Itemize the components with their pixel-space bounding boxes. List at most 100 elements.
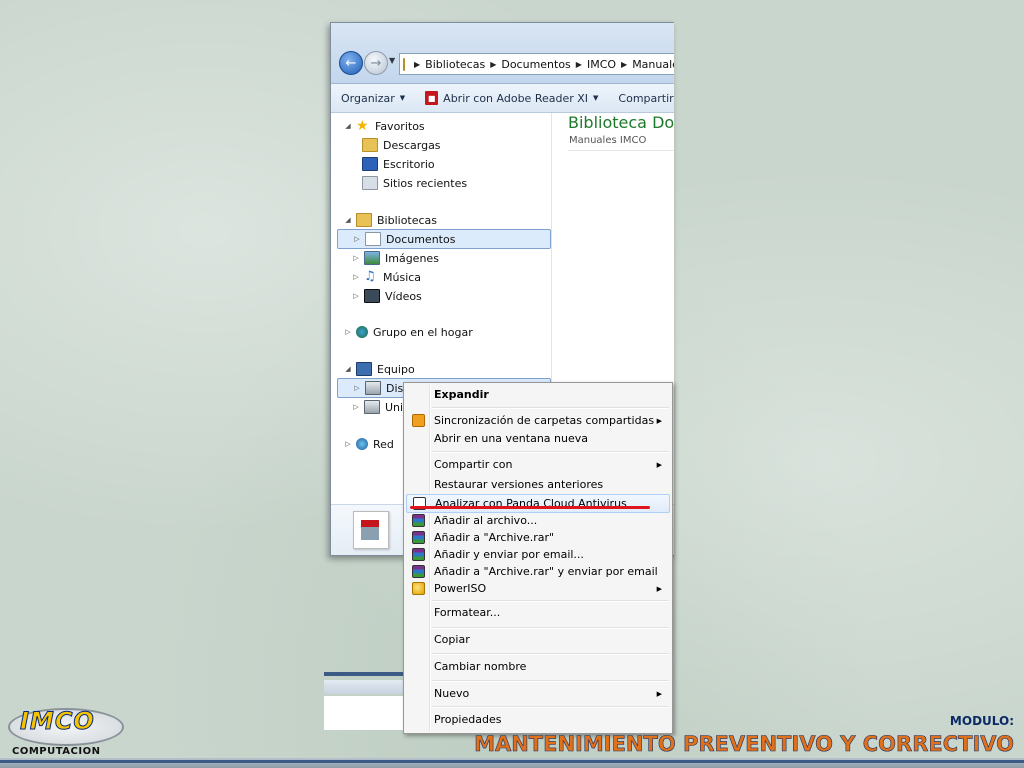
share-button[interactable]: Compartir c <box>608 92 674 105</box>
breadcrumb-item[interactable]: Manuales <box>632 58 674 71</box>
menu-item-format[interactable]: Formatear... <box>406 604 670 621</box>
folder-icon <box>403 57 405 71</box>
background-window-strip <box>324 672 404 732</box>
library-subtitle: Manuales IMCO <box>569 135 647 146</box>
menu-item-rename[interactable]: Cambiar nombre <box>406 658 670 675</box>
menu-label: Añadir a "Archive.rar" y enviar por emai… <box>434 565 658 578</box>
menu-label: Expandir <box>434 388 489 401</box>
network-icon <box>356 438 368 450</box>
menu-item-poweriso[interactable]: PowerISO ▶ <box>406 580 670 597</box>
menu-separator <box>432 407 669 409</box>
organize-label: Organizar <box>341 91 395 105</box>
star-icon: ★ <box>356 118 369 134</box>
chevron-right-icon: ▶ <box>621 59 628 69</box>
videos-icon <box>364 289 380 303</box>
libraries-icon <box>356 213 372 227</box>
winrar-icon <box>412 531 425 544</box>
menu-item-add-and-email[interactable]: Añadir y enviar por email... <box>406 546 670 563</box>
menu-item-expand[interactable]: Expandir <box>406 386 670 403</box>
nav-item-favorites[interactable]: ◢ ★ Favoritos <box>343 117 425 135</box>
collapsed-arrow-icon: ▷ <box>353 273 359 281</box>
menu-label: Añadir al archivo... <box>434 514 538 527</box>
logo-subtitle: COMPUTACION <box>12 746 101 757</box>
menu-item-sync-shared-folders[interactable]: Sincronización de carpetas compartidas ▶ <box>406 412 670 429</box>
nav-label: Favoritos <box>375 119 425 133</box>
nav-item-documents[interactable]: ▷ Documentos <box>337 229 551 249</box>
breadcrumb-item[interactable]: IMCO <box>587 58 616 71</box>
nav-label: Imágenes <box>385 251 439 265</box>
forward-button[interactable]: → <box>364 51 388 75</box>
nav-label: Bibliotecas <box>377 213 438 227</box>
collapsed-arrow-icon: ▷ <box>345 440 351 448</box>
menu-item-restore-versions[interactable]: Restaurar versiones anteriores <box>406 476 670 493</box>
menu-item-new[interactable]: Nuevo ▶ <box>406 685 670 702</box>
nav-item-network[interactable]: ▷ Red <box>343 435 394 453</box>
chevron-right-icon: ▶ <box>490 59 497 69</box>
chevron-down-icon: ▼ <box>389 56 396 65</box>
winrar-icon <box>412 514 425 527</box>
menu-label: Abrir en una ventana nueva <box>434 432 588 445</box>
menu-item-add-to-archive-rar[interactable]: Añadir a "Archive.rar" <box>406 529 670 546</box>
title-bar: ← → ▼ ▶ Bibliotecas ▶ Documentos ▶ IMCO … <box>331 23 674 84</box>
collapsed-arrow-icon: ▷ <box>353 292 359 300</box>
chevron-down-icon: ▼ <box>399 94 406 102</box>
nav-item-images[interactable]: ▷ Imágenes <box>351 249 439 267</box>
menu-item-open-new-window[interactable]: Abrir en una ventana nueva <box>406 430 670 447</box>
address-bar[interactable]: ▶ Bibliotecas ▶ Documentos ▶ IMCO ▶ Manu… <box>399 53 674 75</box>
logo-text: IMCO <box>20 707 95 736</box>
expanded-arrow-icon: ◢ <box>345 216 351 224</box>
menu-separator <box>432 706 669 708</box>
collapsed-arrow-icon: ▷ <box>354 235 360 243</box>
imco-logo: IMCO COMPUTACION <box>6 704 124 762</box>
menu-label: Nuevo <box>434 687 470 700</box>
downloads-folder-icon <box>362 138 378 152</box>
nav-item-homegroup[interactable]: ▷ Grupo en el hogar <box>343 323 473 341</box>
nav-label: Sitios recientes <box>383 176 468 190</box>
nav-item-recent[interactable]: Sitios recientes <box>359 174 467 192</box>
nav-item-computer[interactable]: ◢ Equipo <box>343 360 415 378</box>
footer-line <box>0 760 1024 763</box>
submenu-arrow-icon: ▶ <box>656 416 662 425</box>
open-with-button[interactable]: ■ Abrir con Adobe Reader XI ▼ <box>415 91 608 105</box>
organize-button[interactable]: Organizar ▼ <box>331 92 415 105</box>
nav-item-downloads[interactable]: Descargas <box>359 136 441 154</box>
collapsed-arrow-icon: ▷ <box>354 384 360 392</box>
nav-label: Grupo en el hogar <box>373 325 473 339</box>
collapsed-arrow-icon: ▷ <box>353 403 359 411</box>
menu-item-copy[interactable]: Copiar <box>406 631 670 648</box>
menu-item-add-rar-and-email[interactable]: Añadir a "Archive.rar" y enviar por emai… <box>406 563 670 580</box>
arrow-left-icon: ← <box>345 55 357 71</box>
nav-label: Música <box>383 270 422 284</box>
module-label: MODULO: <box>949 714 1014 728</box>
module-title: MANTENIMIENTO PREVENTIVO Y CORRECTIVO <box>474 732 1015 757</box>
nav-item-videos[interactable]: ▷ Vídeos <box>351 287 422 305</box>
nav-label: Vídeos <box>385 289 422 303</box>
menu-item-properties[interactable]: Propiedades <box>406 711 670 728</box>
nav-label: Documentos <box>386 232 456 246</box>
breadcrumb-item[interactable]: Documentos <box>501 58 570 71</box>
open-with-label: Abrir con Adobe Reader XI <box>443 91 589 105</box>
menu-item-panda-scan[interactable]: Analizar con Panda Cloud Antivirus <box>406 494 670 513</box>
nav-item-drive[interactable]: ▷ Unid <box>351 398 410 416</box>
nav-label: Red <box>373 437 394 451</box>
menu-label: Compartir con <box>434 458 513 471</box>
divider <box>324 696 404 730</box>
breadcrumb-item[interactable]: Bibliotecas <box>425 58 485 71</box>
submenu-arrow-icon: ▶ <box>656 689 662 698</box>
highlight-underline <box>410 506 650 509</box>
expanded-arrow-icon: ◢ <box>345 365 351 373</box>
nav-item-music[interactable]: ▷ ♫ Música <box>351 268 421 286</box>
drive-icon <box>364 400 380 414</box>
history-dropdown-button[interactable]: ▼ <box>389 56 395 65</box>
menu-separator <box>432 653 669 655</box>
music-icon: ♫ <box>364 269 376 284</box>
back-button[interactable]: ← <box>339 51 363 75</box>
menu-item-add-to-archive[interactable]: Añadir al archivo... <box>406 512 670 529</box>
nav-item-libraries[interactable]: ◢ Bibliotecas <box>343 211 437 229</box>
menu-item-share-with[interactable]: Compartir con ▶ <box>406 456 670 473</box>
chevron-right-icon: ▶ <box>414 59 421 69</box>
images-icon <box>364 251 380 265</box>
collapsed-arrow-icon: ▷ <box>345 328 351 336</box>
nav-item-desktop[interactable]: Escritorio <box>359 155 435 173</box>
context-menu: Expandir Sincronización de carpetas comp… <box>403 382 673 734</box>
